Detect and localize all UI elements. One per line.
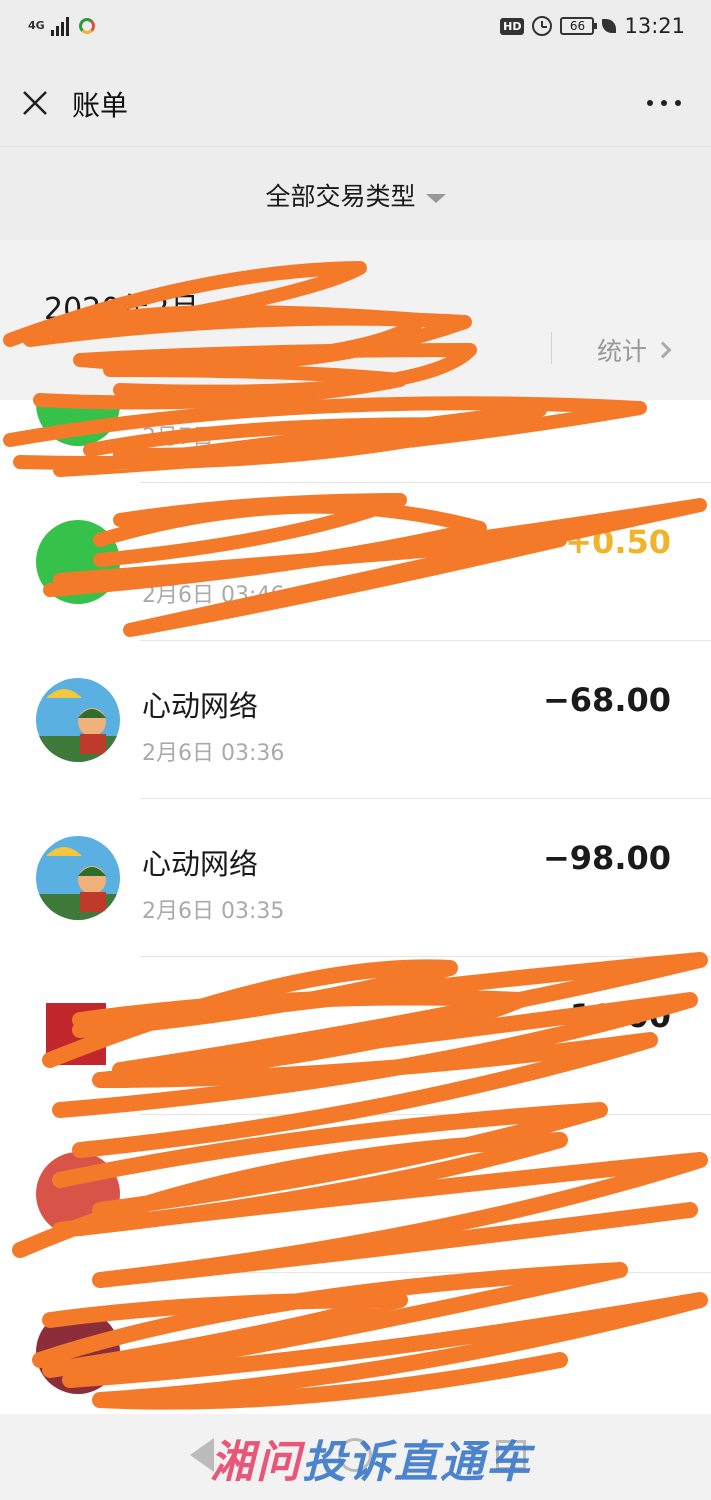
status-right: HD 66 13:21 [500, 14, 685, 38]
transaction-amount: −98.00 [542, 839, 671, 877]
transaction-amount: −10.00 [542, 997, 671, 1035]
transaction-row[interactable]: 心动网络 2月6日 03:36 −68.00 [0, 641, 711, 799]
photo-avatar [36, 1310, 120, 1394]
signal-icon [50, 16, 69, 36]
transaction-row[interactable]: 心动网络 2月6日 03:35 −98.00 [0, 799, 711, 957]
status-left: 4G [28, 16, 95, 36]
close-icon[interactable] [20, 88, 50, 118]
month-label[interactable]: 2020年2月 [44, 284, 199, 328]
transaction-list: 2月7日 2月6日 03:46 +0.50 心动网络 2月6日 03:36 −6… [0, 400, 711, 1414]
hd-badge: HD [500, 17, 525, 35]
game-avatar [36, 678, 120, 762]
transaction-type-filter[interactable]: 全部交易类型 [0, 146, 711, 240]
transaction-time: 2月6日 03:35 [142, 899, 285, 924]
watermark-part2: 投诉直通车 [302, 1437, 532, 1488]
game-avatar [36, 836, 120, 920]
battery-icon: 66 [560, 17, 598, 35]
wechat-pay-icon [36, 400, 120, 446]
network-type: 4G [28, 19, 45, 32]
wechat-pay-icon [36, 520, 120, 604]
filter-label: 全部交易类型 [265, 182, 416, 211]
transaction-time: 2月6日 03:46 [142, 583, 285, 608]
page-title: 账单 [72, 89, 129, 122]
chevron-right-icon [654, 341, 672, 359]
stats-button[interactable]: 统计 [597, 332, 672, 368]
status-bar: 4G HD 66 13:21 [0, 0, 711, 60]
red-avatar [36, 1152, 120, 1236]
app-notification-icon [78, 18, 95, 34]
more-options-icon[interactable] [647, 100, 681, 106]
divider [551, 332, 552, 364]
battery-saver-icon [602, 19, 617, 33]
transaction-time: 2月6日 03:36 [142, 741, 285, 766]
transaction-time: 2月7日 [142, 425, 214, 450]
stats-label: 统计 [597, 337, 648, 366]
system-nav-bar: 湘问投诉直通车 [0, 1414, 711, 1500]
transaction-row[interactable]: 2月6日 03:46 +0.50 [0, 483, 711, 641]
transaction-amount: −68.00 [542, 681, 671, 719]
miniso-logo [46, 1003, 106, 1065]
transaction-row[interactable] [0, 1273, 711, 1414]
merchant-name: 心动网络 [142, 689, 259, 723]
watermark-part1: 湘问 [210, 1437, 302, 1488]
nav-header: 账单 [0, 60, 711, 146]
transaction-row[interactable]: 2月7日 [0, 400, 711, 483]
month-section: 2020年2月 统计 [0, 240, 711, 400]
transaction-amount: +0.50 [565, 523, 671, 561]
merchant-name: 心动网络 [142, 847, 259, 881]
clock: 13:21 [624, 14, 685, 38]
alarm-icon [532, 16, 553, 36]
transaction-row[interactable] [0, 1115, 711, 1273]
watermark: 湘问投诉直通车 [210, 1426, 532, 1490]
dropdown-caret-icon [425, 193, 446, 203]
transaction-row[interactable]: −10.00 [0, 957, 711, 1115]
